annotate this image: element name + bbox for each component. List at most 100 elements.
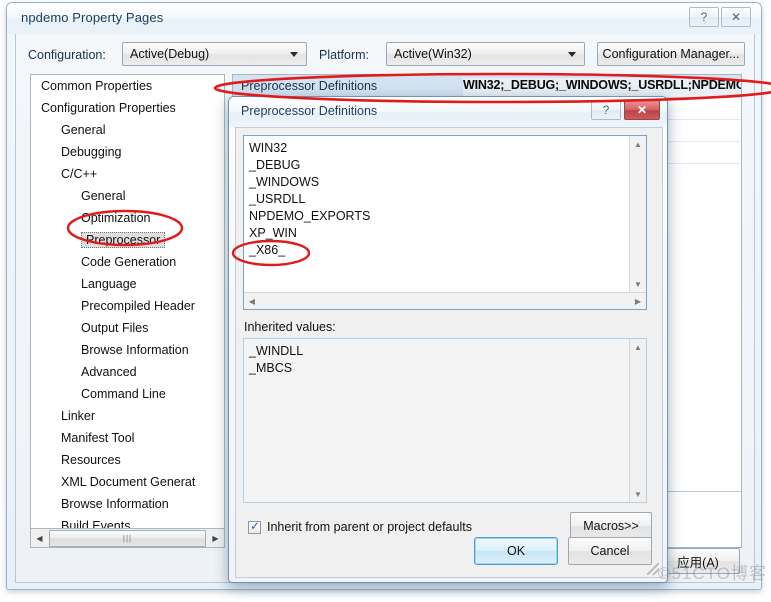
watermark: ©51CTO博客 xyxy=(657,564,767,583)
tree-item-label: Manifest Tool xyxy=(61,431,135,445)
configuration-manager-button[interactable]: Configuration Manager... xyxy=(597,42,745,66)
scroll-left-icon[interactable]: ◀ xyxy=(244,293,260,309)
tree-item-label: Resources xyxy=(61,453,121,467)
tree-item-precompiled-header[interactable]: Precompiled Header xyxy=(31,295,224,317)
tree-item-label: C/C++ xyxy=(61,167,98,181)
list-item[interactable]: WIN32 xyxy=(249,140,629,157)
tree-item-label: Code Generation xyxy=(81,255,177,269)
scroll-up-icon[interactable]: ▲ xyxy=(630,339,646,355)
dialog-titlebar: Preprocessor Definitions ? ✕ xyxy=(229,97,667,127)
tree-item-label: Preprocessor xyxy=(81,232,166,248)
table-row[interactable]: Preprocessor Definitions WIN32;_DEBUG;_W… xyxy=(233,75,741,98)
tree-item-label: Common Properties xyxy=(41,79,153,93)
tree-item-language[interactable]: Language xyxy=(31,273,224,295)
tree-item-preprocessor[interactable]: Preprocessor xyxy=(31,229,224,251)
platform-combobox-value: Active(Win32) xyxy=(394,47,472,61)
inherit-checkbox-row[interactable]: Inherit from parent or project defaults xyxy=(248,519,472,534)
tree-horizontal-scrollbar[interactable]: ◀ ||| ▶ xyxy=(30,529,225,548)
scroll-down-icon[interactable]: ▼ xyxy=(630,276,646,292)
configuration-combobox[interactable]: Active(Debug) xyxy=(122,42,307,66)
definitions-listbox[interactable]: WIN32 _DEBUG _WINDOWS _USRDLL NPDEMO_EXP… xyxy=(243,135,647,310)
tree-item-browse-information[interactable]: Browse Information xyxy=(31,493,224,515)
tree-item-label: Command Line xyxy=(81,387,166,401)
platform-combobox[interactable]: Active(Win32) xyxy=(386,42,585,66)
scroll-right-icon[interactable]: ▶ xyxy=(207,530,224,547)
scroll-up-icon[interactable]: ▲ xyxy=(630,136,646,152)
tree-item-cpp-browse-information[interactable]: Browse Information xyxy=(31,339,224,361)
help-button[interactable]: ? xyxy=(689,7,719,27)
tree-item-command-line[interactable]: Command Line xyxy=(31,383,224,405)
tree-item-resources[interactable]: Resources xyxy=(31,449,224,471)
configuration-row: Configuration: Active(Debug) Platform: A… xyxy=(16,40,754,70)
scroll-down-icon[interactable]: ▼ xyxy=(630,486,646,502)
tree-item-configuration-properties[interactable]: Configuration Properties xyxy=(31,97,224,119)
tree-item-debugging[interactable]: Debugging xyxy=(31,141,224,163)
main-titlebar: npdemo Property Pages ? ✕ xyxy=(7,3,761,34)
window-title: npdemo Property Pages xyxy=(21,10,164,25)
tree-item-optimization[interactable]: Optimization xyxy=(31,207,224,229)
properties-tree[interactable]: Common Properties Configuration Properti… xyxy=(30,74,225,529)
list-item[interactable]: _WINDOWS xyxy=(249,174,629,191)
inherited-list-content: _WINDLL _MBCS xyxy=(244,339,629,502)
cancel-button[interactable]: Cancel xyxy=(568,537,652,565)
list-item: _MBCS xyxy=(249,361,293,375)
tree-item-xml-document-generator[interactable]: XML Document Generat xyxy=(31,471,224,493)
tree-item-general[interactable]: General xyxy=(31,119,224,141)
property-name: Preprocessor Definitions xyxy=(241,79,378,93)
tree-item-code-generation[interactable]: Code Generation xyxy=(31,251,224,273)
close-icon: ✕ xyxy=(636,103,648,117)
tree-item-output-files[interactable]: Output Files xyxy=(31,317,224,339)
list-item: _WINDLL xyxy=(249,344,304,358)
tree-item-common-properties[interactable]: Common Properties xyxy=(31,75,224,97)
definitions-horizontal-scrollbar[interactable]: ◀ ▶ xyxy=(244,292,646,309)
tree-item-label: Precompiled Header xyxy=(81,299,195,313)
tree-item-build-events[interactable]: Build Events xyxy=(31,515,224,529)
tree-item-c-cpp[interactable]: C/C++ xyxy=(31,163,224,185)
definitions-vertical-scrollbar[interactable]: ▲ ▼ xyxy=(629,136,646,292)
macros-button[interactable]: Macros>> xyxy=(570,512,652,540)
chevron-down-icon xyxy=(290,52,298,57)
scroll-right-icon[interactable]: ▶ xyxy=(630,293,646,309)
tree-item-label: Build Events xyxy=(61,519,131,529)
tree-item-label: XML Document Generat xyxy=(61,475,196,489)
scrollbar-thumb[interactable]: ||| xyxy=(49,529,206,547)
dialog-close-button[interactable]: ✕ xyxy=(624,100,660,120)
tree-item-label: Output Files xyxy=(81,321,149,335)
tree-item-linker[interactable]: Linker xyxy=(31,405,224,427)
configuration-label: Configuration: xyxy=(28,48,106,62)
property-value[interactable]: WIN32;_DEBUG;_WINDOWS;_USRDLL;NPDEMO_EX xyxy=(463,78,741,97)
inherit-checkbox-label: Inherit from parent or project defaults xyxy=(267,520,472,534)
tree-item-manifest-tool[interactable]: Manifest Tool xyxy=(31,427,224,449)
tree-item-label: Language xyxy=(81,277,137,291)
tree-item-label: General xyxy=(61,123,106,137)
dialog-help-button[interactable]: ? xyxy=(591,100,621,120)
tree-item-label: Browse Information xyxy=(81,343,189,357)
tree-item-cpp-general[interactable]: General xyxy=(31,185,224,207)
definitions-list-content[interactable]: WIN32 _DEBUG _WINDOWS _USRDLL NPDEMO_EXP… xyxy=(244,136,629,292)
inherit-checkbox[interactable] xyxy=(248,519,261,534)
tree-item-label: Debugging xyxy=(61,145,122,159)
list-item[interactable]: _X86_ xyxy=(249,242,629,259)
list-item[interactable]: XP_WIN xyxy=(249,225,629,242)
desktop-backdrop: npdemo Property Pages ? ✕ Configuration:… xyxy=(0,0,771,602)
list-item[interactable]: _USRDLL xyxy=(249,191,629,208)
preprocessor-definitions-dialog: Preprocessor Definitions ? ✕ WIN32 _DEBU… xyxy=(228,96,668,583)
dialog-title: Preprocessor Definitions xyxy=(241,104,378,118)
inherited-vertical-scrollbar[interactable]: ▲ ▼ xyxy=(629,339,646,502)
tree-item-label: Linker xyxy=(61,409,96,423)
tree-item-advanced[interactable]: Advanced xyxy=(31,361,224,383)
configuration-combobox-value: Active(Debug) xyxy=(130,47,210,61)
ok-button[interactable]: OK xyxy=(474,537,558,565)
tree-item-label: General xyxy=(81,189,126,203)
platform-label: Platform: xyxy=(319,48,370,62)
question-mark-icon: ? xyxy=(700,10,708,24)
scroll-left-icon[interactable]: ◀ xyxy=(31,530,48,547)
close-button[interactable]: ✕ xyxy=(721,7,751,27)
dialog-body: WIN32 _DEBUG _WINDOWS _USRDLL NPDEMO_EXP… xyxy=(235,127,663,578)
list-item[interactable]: _DEBUG xyxy=(249,157,629,174)
list-item[interactable]: NPDEMO_EXPORTS xyxy=(249,208,629,225)
tree-item-label: Configuration Properties xyxy=(41,101,176,115)
chevron-down-icon xyxy=(568,52,576,57)
tree-item-label: Advanced xyxy=(81,365,137,379)
tree-item-label: Browse Information xyxy=(61,497,169,511)
